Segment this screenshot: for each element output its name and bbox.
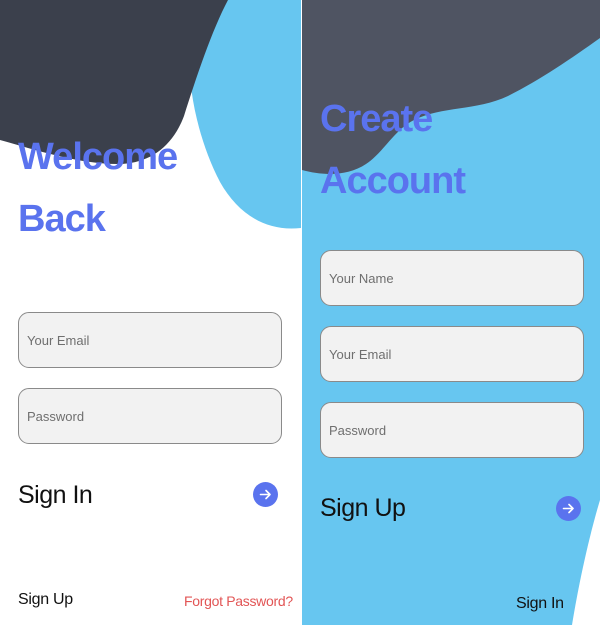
password-input[interactable] [320,402,584,458]
sign-in-label: Sign In [18,481,93,509]
heading-line: Back [18,198,106,240]
email-input[interactable] [18,312,282,368]
forgot-password-link[interactable]: Forgot Password? [184,593,293,609]
sign-in-screen: Welcome Back Sign In Sign Up Forgot Pass… [0,0,301,625]
heading-line: Account [320,160,466,202]
sign-up-link[interactable]: Sign Up [18,591,73,609]
email-input[interactable] [320,326,584,382]
heading-line: Welcome [18,136,178,178]
sign-up-submit-button[interactable] [556,496,581,521]
sign-up-screen: Create Account Sign Up Sign In [302,0,600,625]
name-input[interactable] [320,250,584,306]
arrow-right-icon [259,489,271,500]
sign-in-link[interactable]: Sign In [516,595,564,613]
password-input[interactable] [18,388,282,444]
app-root: Welcome Back Sign In Sign Up Forgot Pass… [0,0,600,625]
sign-in-submit-button[interactable] [253,482,278,507]
arrow-right-icon [562,503,574,514]
sign-up-label: Sign Up [320,494,406,522]
heading-line: Create [320,98,433,140]
create-account-heading: Create Account [320,88,466,212]
welcome-heading: Welcome Back [18,126,178,250]
